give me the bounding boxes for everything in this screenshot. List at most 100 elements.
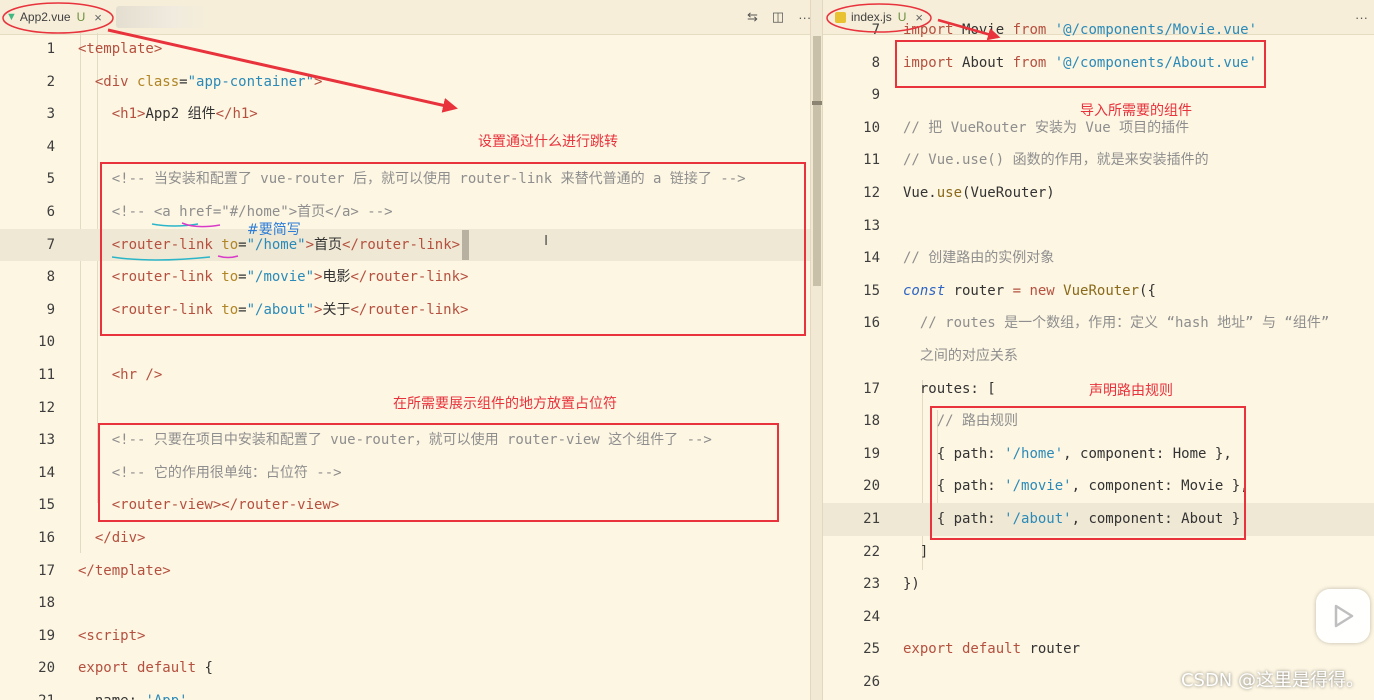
code-line[interactable]: 25 export default router: [823, 633, 1374, 666]
code-text: <h1>App2 组件</h1>: [78, 98, 258, 131]
line-number: 19: [863, 445, 880, 462]
annotation-shorthand: #要简写: [247, 222, 301, 238]
code-line[interactable]: 1 <template>: [0, 33, 810, 66]
scroll-position-mark: [812, 101, 822, 105]
code-line[interactable]: 19 <script>: [0, 620, 810, 653]
import-highlight-box: [895, 40, 1266, 88]
line-number: 15: [38, 497, 55, 514]
code-line[interactable]: 13: [823, 210, 1374, 243]
code-line[interactable]: 23}): [823, 568, 1374, 601]
line-number: 3: [46, 106, 55, 123]
code-text: }): [903, 568, 920, 601]
line-number: 7: [46, 236, 55, 253]
code-token: router: [1029, 641, 1081, 658]
line-number: 13: [38, 432, 55, 449]
pane-scrollbar[interactable]: [810, 0, 823, 700]
annotation-import-components: 导入所需要的组件: [1080, 103, 1192, 119]
line-number: 2: [46, 73, 55, 90]
line-number: 8: [871, 54, 880, 71]
line-number: 21: [0, 685, 55, 700]
line-number: 16: [38, 530, 55, 546]
scrollbar-thumb[interactable]: [813, 36, 821, 286]
code-line[interactable]: 之间的对应关系: [823, 340, 1374, 373]
code-token: 之间的对应关系: [919, 348, 1018, 364]
code-text: 之间的对应关系: [903, 340, 1018, 373]
code-line[interactable]: 24: [823, 601, 1374, 634]
annotation-declare-rules: 声明路由规则: [1089, 383, 1173, 399]
code-token: >: [314, 73, 323, 90]
code-line[interactable]: 20 export default {: [0, 652, 810, 685]
line-number: 14: [38, 464, 55, 481]
code-line[interactable]: 12 Vue.use(VueRouter): [823, 177, 1374, 210]
code-token: class: [137, 73, 180, 90]
code-token: {: [204, 660, 213, 677]
line-number: 10: [863, 119, 880, 136]
code-line[interactable]: 14 // 创建路由的实例对象: [823, 242, 1374, 275]
code-line[interactable]: 16 // routes 是一个数组，作用：定义 “hash 地址” 与 “组件…: [823, 307, 1374, 340]
code-token: = new: [1012, 282, 1064, 299]
line-number: 25: [863, 641, 880, 658]
code-line[interactable]: 2 <div class="app-container">: [0, 66, 810, 99]
line-number: 16: [863, 315, 880, 332]
code-token: ,: [188, 693, 196, 700]
split-editor-icon[interactable]: ◫: [772, 9, 784, 25]
code-text: <div class="app-container">: [78, 66, 323, 99]
routes-highlight-box: [930, 406, 1246, 540]
code-token: <template>: [78, 41, 163, 57]
code-line[interactable]: 21 name: 'App',: [0, 685, 810, 700]
code-line[interactable]: 15 const router = new VueRouter({: [823, 275, 1374, 308]
code-token: export default: [78, 660, 205, 677]
blurred-tab[interactable]: [116, 6, 211, 28]
code-token: router: [953, 282, 1013, 299]
tab-app2-vue[interactable]: ▼ App2.vue U ×: [6, 0, 102, 34]
code-token: import: [903, 22, 963, 38]
line-number: 18: [863, 413, 880, 430]
code-text: <hr />: [78, 359, 163, 392]
code-line[interactable]: 22 ]: [823, 536, 1374, 569]
close-tab-icon[interactable]: ×: [94, 10, 102, 25]
line-number: 18: [38, 595, 55, 612]
line-number: 19: [38, 627, 55, 644]
code-token: 'App': [145, 693, 187, 700]
code-token: const: [903, 282, 954, 299]
code-token: (VueRouter): [962, 185, 1055, 201]
line-number: 1: [46, 41, 55, 57]
code-token: ]: [903, 543, 929, 560]
code-token: export default: [903, 641, 1030, 658]
line-number: 11: [863, 152, 880, 169]
code-line[interactable]: 16 </div>: [0, 522, 810, 555]
code-token: name:: [78, 693, 145, 700]
video-play-button[interactable]: [1316, 589, 1370, 643]
open-changes-icon[interactable]: ⇆: [747, 9, 758, 25]
line-number: 21: [863, 511, 880, 527]
git-status-badge: U: [76, 10, 86, 24]
line-number: 7: [871, 22, 880, 38]
code-text: <script>: [78, 620, 145, 653]
code-line[interactable]: 3 <h1>App2 组件</h1>: [0, 98, 810, 131]
code-token: // Vue.use() 函数的作用，就是来安装插件的: [903, 152, 1209, 169]
line-number: 12: [863, 185, 880, 201]
code-text: <template>: [78, 33, 162, 66]
code-line[interactable]: 11 // Vue.use() 函数的作用，就是来安装插件的: [823, 144, 1374, 177]
more-actions-icon[interactable]: ···: [798, 10, 810, 25]
code-text: // Vue.use() 函数的作用，就是来安装插件的: [903, 144, 1209, 177]
tab-label: App2.vue: [19, 10, 71, 24]
line-number: 9: [871, 87, 880, 104]
annotation-jump-setting: 设置通过什么进行跳转: [478, 134, 618, 150]
code-line[interactable]: 4: [0, 131, 810, 164]
code-text: ]: [903, 536, 928, 569]
code-text: </template>: [78, 555, 171, 588]
code-token: =: [179, 73, 188, 90]
code-line[interactable]: 17 </template>: [0, 555, 810, 588]
code-line[interactable]: 11 <hr />: [0, 359, 810, 392]
code-line[interactable]: 18: [0, 587, 810, 620]
code-token: "app-container": [187, 73, 315, 90]
line-number: 26: [863, 674, 880, 690]
code-token: Movie: [962, 22, 1013, 38]
line-number: 12: [38, 399, 55, 416]
code-token: // 把 VueRouter 安装为 Vue 项目的插件: [903, 119, 1190, 136]
